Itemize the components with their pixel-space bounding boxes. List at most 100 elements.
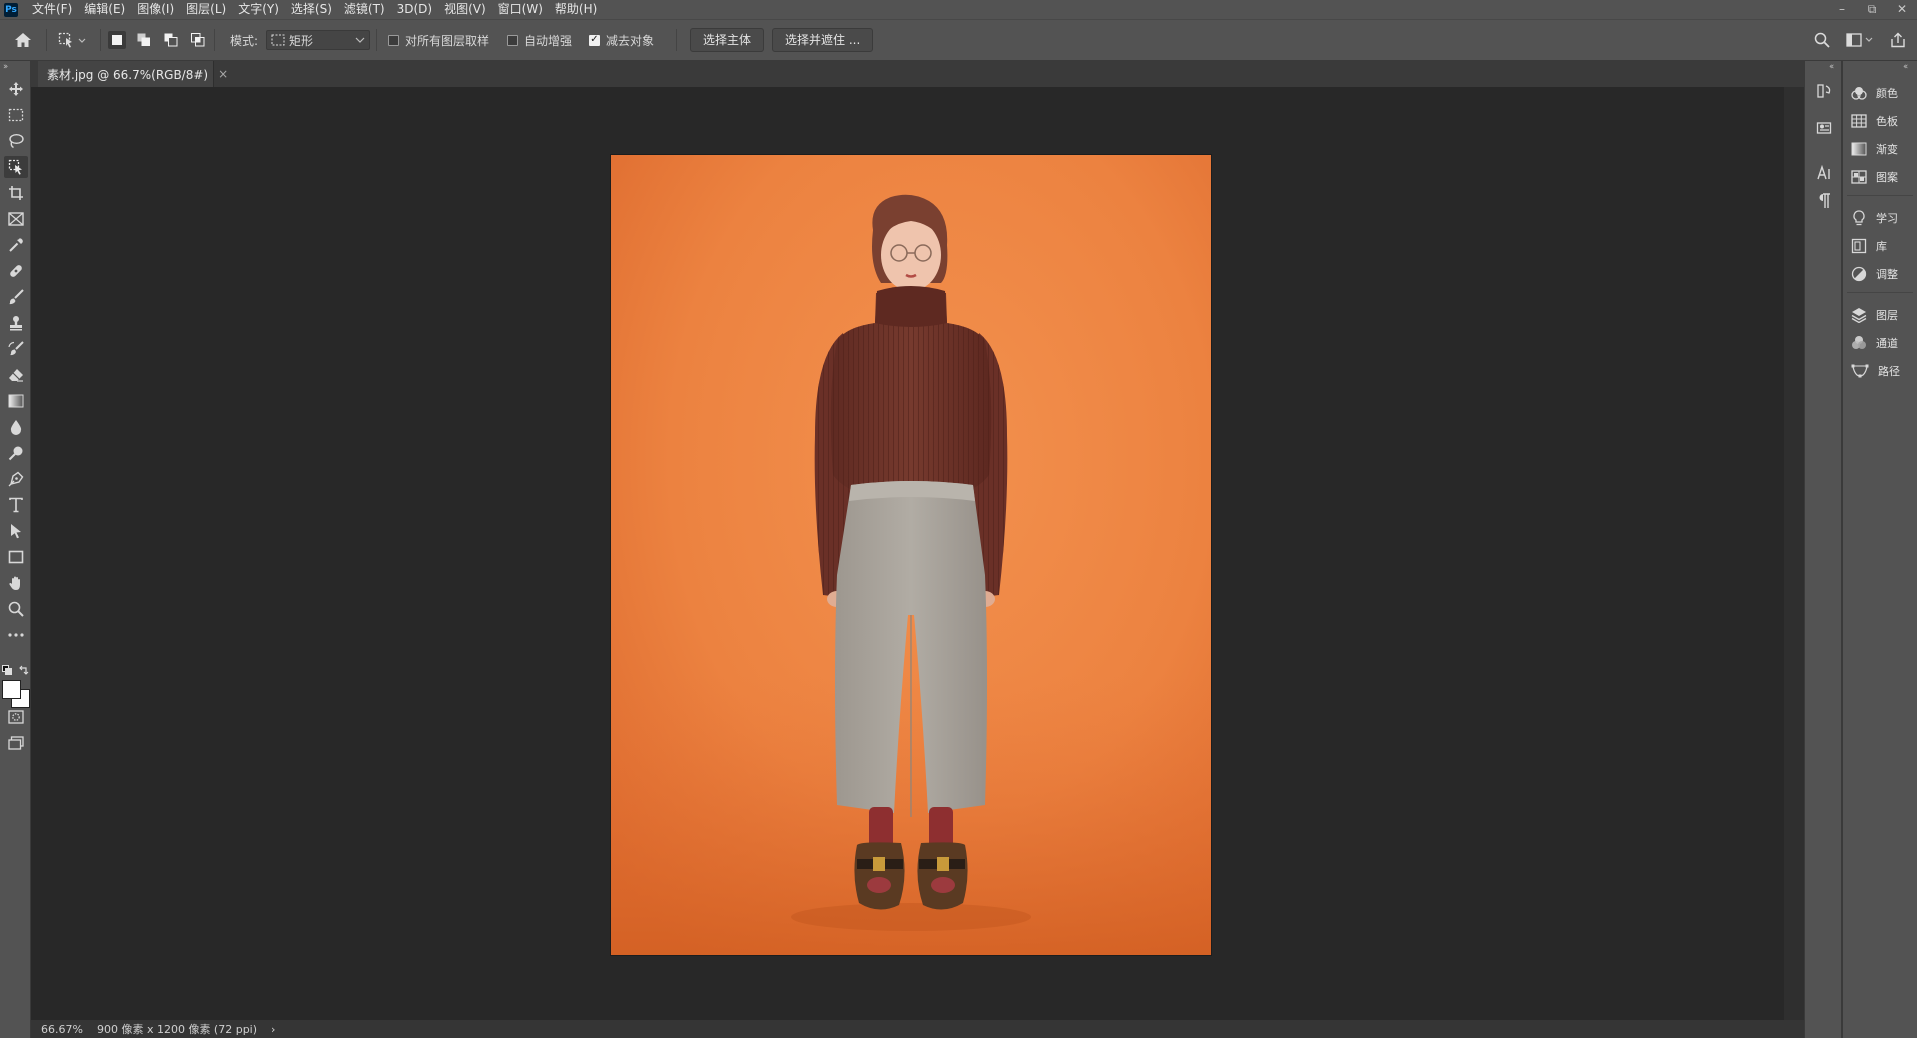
quick-mask-button[interactable] [4,706,28,728]
select-and-mask-button[interactable]: 选择并遮住 ... [772,28,874,52]
clone-stamp-tool[interactable] [4,312,28,334]
mode-dropdown[interactable]: 矩形 [266,30,371,50]
panel-paths[interactable]: 路径 [1851,360,1913,382]
status-menu-arrow-icon[interactable]: › [271,1023,275,1036]
menu-layer[interactable]: 图层(L) [180,0,232,19]
panel-color[interactable]: 颜色 [1851,82,1913,104]
marquee-icon [8,108,24,122]
tool-preset-picker[interactable] [58,20,86,60]
gradient-tool[interactable] [4,390,28,412]
panel-swatches[interactable]: 色板 [1851,110,1913,132]
path-selection-tool[interactable] [4,520,28,542]
brush-icon [8,289,24,305]
panel-gradients[interactable]: 渐变 [1851,138,1913,160]
panel-layers-label: 图层 [1876,309,1898,322]
properties-panel-icon[interactable] [1814,117,1834,137]
panel-learn[interactable]: 学习 [1851,207,1913,229]
channels-icon [1851,335,1867,351]
rectangle-tool[interactable] [4,546,28,568]
default-colors-button[interactable] [2,665,12,675]
panel-channels[interactable]: 通道 [1851,332,1913,354]
type-tool[interactable] [4,494,28,516]
panel-libraries[interactable]: 库 [1851,235,1913,257]
menu-edit[interactable]: 编辑(E) [78,0,131,19]
new-selection-icon[interactable] [108,31,126,49]
menu-type[interactable]: 文字(Y) [232,0,285,19]
healing-brush-tool[interactable] [4,260,28,282]
menu-bar: Ps 文件(F) 编辑(E) 图像(I) 图层(L) 文字(Y) 选择(S) 滤… [0,0,1917,19]
document-tab[interactable]: 素材.jpg @ 66.7%(RGB/8#) × [38,61,228,87]
document-info: 900 像素 x 1200 像素 (72 ppi) [96,1023,258,1036]
move-tool[interactable] [4,78,28,100]
panel-patterns[interactable]: 图案 [1851,166,1913,188]
search-icon [1814,32,1830,48]
frame-tool[interactable] [4,208,28,230]
foreground-color-swatch[interactable] [2,680,21,699]
crop-tool[interactable] [4,182,28,204]
select-subject-button[interactable]: 选择主体 [690,28,765,52]
pen-tool[interactable] [4,468,28,490]
hand-tool[interactable] [4,572,28,594]
blur-tool[interactable] [4,416,28,438]
menu-select[interactable]: 选择(S) [285,0,338,19]
share-button[interactable] [1890,20,1906,60]
panel-channels-label: 通道 [1876,337,1898,350]
screen-mode-button[interactable] [4,732,28,754]
eraser-tool[interactable] [4,364,28,386]
auto-enhance-option[interactable]: 自动增强 [507,20,572,60]
swap-colors-button[interactable] [19,665,29,675]
expand-toolbar-icon[interactable]: ›› [3,62,8,72]
menu-view[interactable]: 视图(V) [438,0,492,19]
document-image[interactable] [611,155,1211,955]
subtract-object-checkbox[interactable]: ✓ [589,34,600,46]
home-button[interactable] [14,20,32,60]
color-icon [1851,86,1867,100]
menu-image[interactable]: 图像(I) [131,0,180,19]
menu-filter[interactable]: 滤镜(T) [338,0,391,19]
auto-enhance-checkbox[interactable] [507,34,518,46]
zoom-level[interactable]: 66.67% [41,1023,83,1036]
history-panel-icon[interactable] [1814,81,1834,101]
paragraph-panel-icon[interactable] [1814,191,1834,211]
intersect-selection-icon[interactable] [189,31,207,49]
menu-file[interactable]: 文件(F) [26,0,78,19]
close-window-button[interactable]: ✕ [1887,0,1917,19]
eyedropper-tool[interactable] [4,234,28,256]
home-icon [14,32,32,48]
minimize-button[interactable]: – [1827,0,1857,19]
photoshop-logo: Ps [4,2,18,17]
quick-mask-icon [8,710,24,724]
status-bar: 66.67% 900 像素 x 1200 像素 (72 ppi) › [31,1020,1804,1038]
sample-all-layers-option[interactable]: 对所有图层取样 [388,20,489,60]
object-selection-tool[interactable] [4,156,28,178]
dodge-tool[interactable] [4,442,28,464]
history-brush-tool[interactable] [4,338,28,360]
panel-layers[interactable]: 图层 [1851,304,1913,326]
search-button[interactable] [1814,20,1830,60]
paths-icon [1851,364,1869,378]
character-panel-icon[interactable] [1814,163,1834,183]
workspace-button[interactable] [1846,20,1874,60]
menu-3d[interactable]: 3D(D) [391,0,438,19]
close-tab-icon[interactable]: × [218,67,228,81]
edit-toolbar-button[interactable] [4,624,28,646]
stamp-icon [8,315,24,331]
default-colors-icon [2,665,12,675]
lasso-tool[interactable] [4,130,28,152]
zoom-tool[interactable] [4,598,28,620]
vertical-scrollbar[interactable] [1784,87,1804,1020]
sample-all-layers-checkbox[interactable] [388,34,399,46]
panel-adjustments[interactable]: 调整 [1851,263,1913,285]
subtract-from-selection-icon[interactable] [162,31,180,49]
menu-help[interactable]: 帮助(H) [549,0,603,19]
collapse-strip-icon[interactable]: ‹‹ [1829,62,1834,72]
rectangular-marquee-tool[interactable] [4,104,28,126]
menu-window[interactable]: 窗口(W) [492,0,549,19]
brush-tool[interactable] [4,286,28,308]
restore-button[interactable]: ⧉ [1857,0,1887,19]
crop-icon [8,185,24,201]
subtract-object-option[interactable]: ✓ 减去对象 [589,20,654,60]
mode-label: 模式: [230,33,259,48]
collapse-dock-icon[interactable]: ‹‹ [1903,62,1908,72]
add-to-selection-icon[interactable] [135,31,153,49]
